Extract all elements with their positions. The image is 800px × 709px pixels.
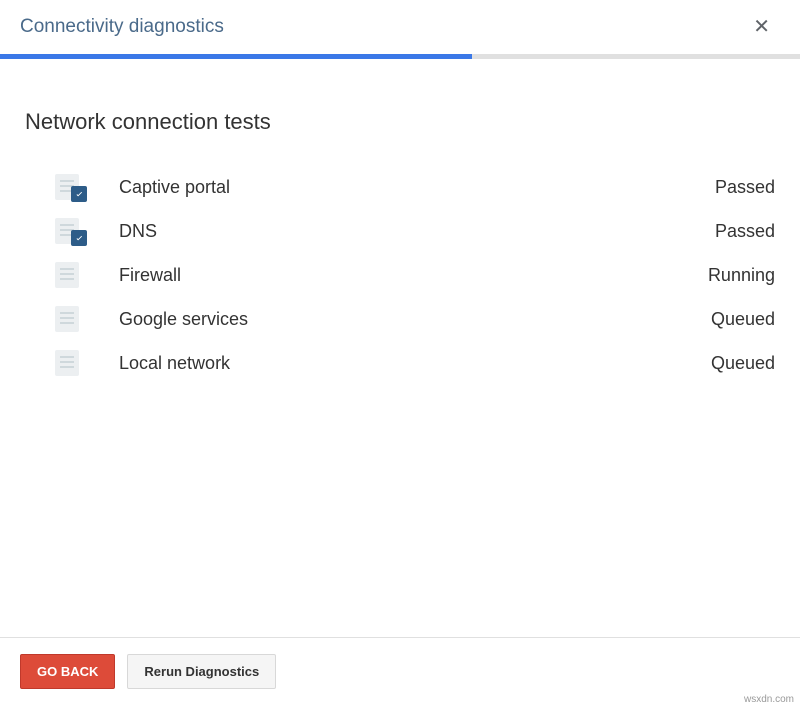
test-row[interactable]: Captive portalPassed — [55, 165, 775, 209]
test-status-label: Queued — [711, 309, 775, 330]
test-status-label: Passed — [715, 177, 775, 198]
test-status-label: Queued — [711, 353, 775, 374]
test-status-icon — [55, 218, 85, 244]
test-name: Local network — [119, 353, 711, 374]
go-back-button[interactable]: GO BACK — [20, 654, 115, 689]
test-name: Captive portal — [119, 177, 715, 198]
document-icon — [55, 350, 79, 376]
page-title: Connectivity diagnostics — [20, 16, 224, 38]
close-button[interactable]: ✕ — [743, 17, 780, 37]
content-area: Network connection tests Captive portalP… — [0, 59, 800, 385]
test-status-icon — [55, 174, 85, 200]
test-status-icon — [55, 262, 85, 288]
progress-fill — [0, 54, 472, 59]
rerun-diagnostics-button[interactable]: Rerun Diagnostics — [127, 654, 276, 689]
footer: GO BACK Rerun Diagnostics — [0, 637, 800, 709]
test-row[interactable]: DNSPassed — [55, 209, 775, 253]
test-row[interactable]: Google servicesQueued — [55, 297, 775, 341]
header: Connectivity diagnostics ✕ — [0, 0, 800, 54]
test-name: Google services — [119, 309, 711, 330]
test-status-label: Passed — [715, 221, 775, 242]
test-status-icon — [55, 306, 85, 332]
test-list: Captive portalPassedDNSPassedFirewallRun… — [25, 165, 775, 385]
document-icon — [55, 262, 79, 288]
test-status-icon — [55, 350, 85, 376]
document-icon — [55, 306, 79, 332]
test-row[interactable]: FirewallRunning — [55, 253, 775, 297]
watermark: wsxdn.com — [744, 694, 794, 705]
test-status-label: Running — [708, 265, 775, 286]
section-title: Network connection tests — [25, 109, 775, 135]
test-name: Firewall — [119, 265, 708, 286]
checkmark-icon — [71, 186, 87, 202]
checkmark-icon — [71, 230, 87, 246]
test-name: DNS — [119, 221, 715, 242]
test-row[interactable]: Local networkQueued — [55, 341, 775, 385]
close-icon: ✕ — [753, 16, 770, 38]
